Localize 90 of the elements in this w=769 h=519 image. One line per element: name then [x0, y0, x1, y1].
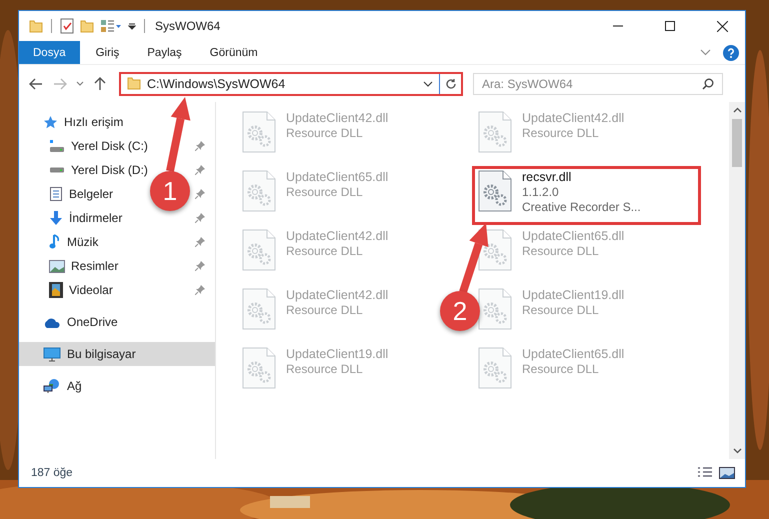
document-icon	[49, 186, 63, 202]
cloud-icon	[43, 316, 61, 328]
address-bar[interactable]: C:\Windows\SysWOW64	[119, 72, 463, 96]
scrollbar[interactable]	[729, 102, 745, 459]
file-name: UpdateClient65.dll	[522, 347, 624, 361]
sidebar-item[interactable]: Yerel Disk (C:)	[49, 134, 148, 158]
music-note-icon	[49, 234, 61, 250]
file-name: UpdateClient42.dll	[286, 288, 388, 302]
gear-file-icon	[242, 288, 276, 330]
download-arrow-icon	[49, 210, 63, 226]
pin-icon[interactable]	[195, 237, 205, 247]
ribbon-tab[interactable]: Dosya	[19, 41, 80, 64]
gear-file-icon	[242, 347, 276, 389]
file-item[interactable]: recsvr.dll 1.1.2.0 Creative Recorder S...	[478, 169, 641, 214]
sidebar-item[interactable]: OneDrive	[19, 310, 215, 334]
address-path: C:\Windows\SysWOW64	[147, 76, 286, 90]
file-detail: Creative Recorder S...	[522, 200, 641, 214]
star-icon	[43, 114, 58, 130]
pin-icon[interactable]	[195, 165, 205, 175]
up-arrow-icon	[94, 76, 106, 90]
file-detail: 1.1.2.0	[522, 185, 560, 199]
maximize-icon	[665, 21, 675, 31]
gear-file-icon	[478, 288, 512, 330]
details-view-icon[interactable]	[697, 467, 713, 479]
help-icon[interactable]	[723, 44, 739, 60]
step-badge: 1	[150, 171, 190, 211]
gear-file-icon	[242, 229, 276, 271]
gear-file-icon	[242, 170, 276, 212]
close-icon	[716, 20, 728, 32]
file-name: UpdateClient42.dll	[286, 111, 388, 125]
drive-icon	[49, 167, 65, 173]
sidebar-item[interactable]: Hızlı erişim	[19, 110, 205, 134]
sidebar-item[interactable]: Belgeler	[49, 182, 114, 206]
file-detail: Resource DLL	[522, 244, 600, 258]
sidebar-item[interactable]: Videolar	[49, 278, 113, 302]
file-detail: Resource DLL	[286, 303, 364, 317]
file-name: UpdateClient42.dll	[286, 229, 388, 243]
file-detail: Resource DLL	[522, 303, 600, 317]
file-name: UpdateClient19.dll	[286, 347, 388, 361]
sidebar-item[interactable]: Bu bilgisayar	[19, 342, 215, 366]
sidebar-item[interactable]: Müzik	[49, 230, 98, 254]
gear-file-icon	[478, 170, 512, 212]
refresh-icon	[444, 78, 456, 90]
caret-icon	[76, 81, 84, 86]
step-badge: 2	[440, 291, 480, 331]
drive-icon	[49, 139, 65, 153]
network-icon	[43, 378, 61, 394]
back-arrow-icon	[29, 78, 43, 90]
file-detail: Resource DLL	[286, 244, 364, 258]
file-detail: Resource DLL	[522, 362, 600, 376]
sidebar-item[interactable]: Yerel Disk (D:)	[49, 158, 148, 182]
search-field[interactable]: Ara: SysWOW64	[473, 72, 723, 94]
address-dropdown-icon[interactable]	[423, 80, 433, 86]
pin-icon[interactable]	[195, 141, 205, 151]
pin-icon[interactable]	[195, 261, 205, 271]
file-detail: Resource DLL	[286, 362, 364, 376]
file-name: recsvr.dll	[522, 170, 572, 184]
sidebar-item[interactable]: İndirmeler	[49, 206, 122, 230]
file-name: UpdateClient19.dll	[522, 288, 624, 302]
monitor-icon	[43, 346, 61, 362]
pin-icon[interactable]	[195, 285, 205, 295]
image-icon	[49, 260, 65, 272]
window-title: SysWOW64	[155, 19, 220, 33]
folder-icon	[127, 77, 141, 90]
film-icon	[49, 282, 63, 298]
properties-icon[interactable]	[60, 18, 74, 34]
gear-file-icon	[478, 111, 512, 153]
scrollbar-thumb[interactable]	[732, 119, 742, 167]
minimize-icon	[613, 25, 623, 27]
gear-file-icon	[478, 347, 512, 389]
pin-icon[interactable]	[195, 189, 205, 199]
large-icons-view-icon[interactable]	[719, 467, 735, 479]
file-name: UpdateClient65.dll	[522, 229, 624, 243]
chevron-icon[interactable]	[700, 49, 711, 56]
customize-dropdown-icon[interactable]	[128, 22, 136, 30]
file-name: UpdateClient42.dll	[522, 111, 624, 125]
search-icon[interactable]	[702, 78, 714, 90]
file-detail: Resource DLL	[286, 185, 364, 199]
pin-icon[interactable]	[195, 213, 205, 223]
view-options-icon[interactable]	[100, 19, 122, 33]
item-count: 187 öğe	[31, 467, 73, 479]
scroll-up-icon[interactable]	[732, 107, 742, 113]
scroll-down-icon[interactable]	[732, 448, 742, 454]
file-detail: Resource DLL	[286, 126, 364, 140]
file-name: UpdateClient65.dll	[286, 170, 388, 184]
sidebar-item[interactable]: Resimler	[49, 254, 118, 278]
sidebar-item[interactable]: Ağ	[19, 374, 215, 398]
gear-file-icon	[242, 111, 276, 153]
forward-arrow-icon	[53, 78, 67, 90]
file-detail: Resource DLL	[522, 126, 600, 140]
